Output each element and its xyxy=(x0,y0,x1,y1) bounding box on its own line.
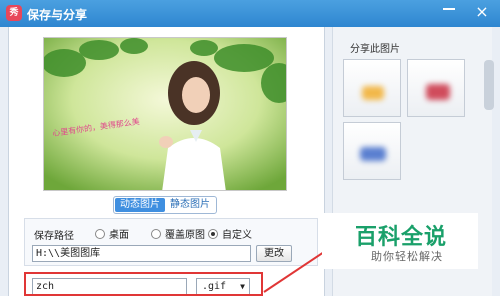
close-icon[interactable]: × xyxy=(474,3,490,21)
radio-icon xyxy=(95,228,105,239)
share-scrollbar[interactable] xyxy=(484,60,494,110)
radio-icon xyxy=(151,228,161,239)
window-title: 保存与分享 xyxy=(27,8,88,22)
share-title: 分享此图片 xyxy=(350,44,400,55)
preview-image: 心里有你的，美得那么美 xyxy=(43,37,287,191)
tab-animated[interactable]: 动态图片 xyxy=(115,198,165,212)
radio-checked-icon xyxy=(208,228,218,239)
tab-static[interactable]: 静态图片 xyxy=(165,198,215,212)
image-type-tabs: 动态图片 静态图片 xyxy=(113,196,217,214)
title-bar: 秀 保存与分享 × xyxy=(0,0,500,27)
radio-desktop-label: 桌面 xyxy=(109,230,129,241)
app-logo-icon: 秀 xyxy=(6,5,22,21)
blurred-app-icon xyxy=(360,147,386,161)
blurred-app-icon xyxy=(362,86,384,100)
share-target-1[interactable] xyxy=(343,59,401,117)
watermark-subtitle: 助你轻松解决 xyxy=(371,250,443,263)
blurred-app-icon xyxy=(426,84,450,100)
watermark-title: 百科全说 xyxy=(355,225,448,250)
save-path-input[interactable]: H:\\美图图库 xyxy=(32,245,251,262)
radio-desktop[interactable]: 桌面 xyxy=(95,226,129,241)
radio-custom-label: 自定义 xyxy=(222,230,252,241)
highlight-box xyxy=(24,272,263,296)
radio-overwrite-label: 覆盖原图 xyxy=(165,230,205,241)
minimize-icon[interactable] xyxy=(443,8,455,10)
save-path-label: 保存路径 xyxy=(34,231,74,242)
radio-overwrite[interactable]: 覆盖原图 xyxy=(151,226,205,241)
share-target-2[interactable] xyxy=(407,59,465,117)
radio-custom[interactable]: 自定义 xyxy=(208,226,252,241)
share-target-3[interactable] xyxy=(343,122,401,180)
